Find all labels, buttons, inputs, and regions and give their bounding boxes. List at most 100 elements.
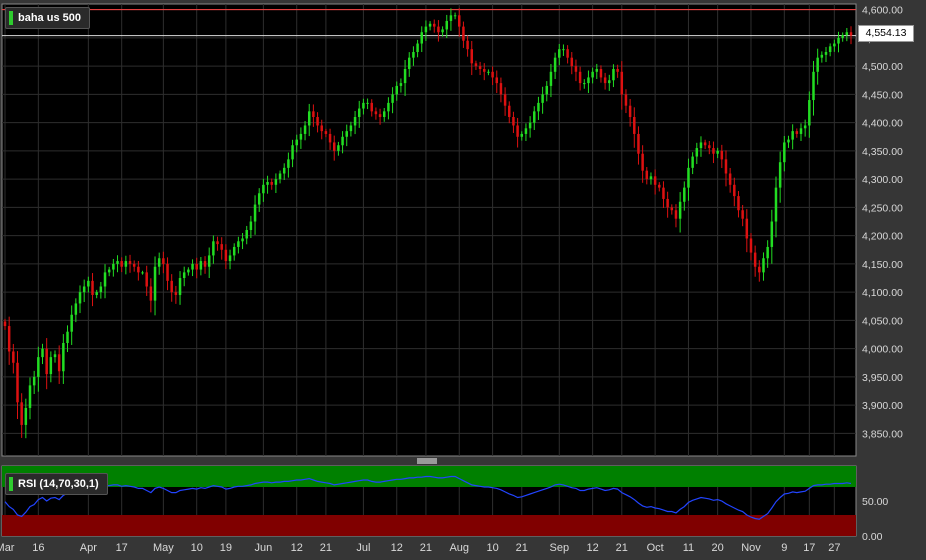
candle-down xyxy=(145,272,148,287)
y-tick-label: 4,000.00 xyxy=(862,344,903,356)
candle-down xyxy=(666,198,669,208)
candle-up xyxy=(453,15,457,17)
candle-up xyxy=(487,71,490,73)
x-tick-label: 19 xyxy=(220,542,232,554)
candle-up xyxy=(141,272,144,274)
candle-up xyxy=(816,57,819,72)
candle-up xyxy=(287,159,290,168)
candle-up xyxy=(420,32,423,44)
candle-down xyxy=(7,326,11,352)
x-tick-label: Mar xyxy=(0,542,15,554)
candle-down xyxy=(633,117,636,134)
candle-up xyxy=(299,133,303,140)
candle-up xyxy=(528,122,532,129)
candle-down xyxy=(503,94,507,106)
x-tick-label: Nov xyxy=(741,542,761,554)
candle-up xyxy=(391,94,394,103)
candle-up xyxy=(32,376,36,386)
x-tick-label: 17 xyxy=(803,542,815,554)
panel-resize-handle[interactable] xyxy=(417,458,437,464)
candle-down xyxy=(370,102,373,112)
candle-down xyxy=(224,249,228,262)
chart-canvas[interactable]: Mar 16 Apr 17 May 10 19 Jun 12 21 Jul 12 21 Aug 10 21 Se… xyxy=(0,0,926,560)
candle-up xyxy=(395,85,398,95)
candle-up xyxy=(412,52,415,58)
indicator-color-marker xyxy=(9,477,13,491)
rsi-oversold-zone xyxy=(2,515,856,536)
y-tick-label: 4,400.00 xyxy=(862,118,903,130)
candle-down xyxy=(57,354,61,372)
y-tick-label: 3,950.00 xyxy=(862,372,903,384)
candle-down xyxy=(474,63,478,67)
candle-down xyxy=(462,26,465,41)
candle-up xyxy=(282,167,286,174)
candle-down xyxy=(720,150,724,160)
candle-up xyxy=(591,71,594,78)
candle-down xyxy=(203,261,207,267)
candle-down xyxy=(374,111,378,115)
candle-down xyxy=(637,133,640,154)
candle-up xyxy=(587,77,590,84)
candle-up xyxy=(337,145,340,151)
x-tick-label: Jul xyxy=(356,542,370,554)
candle-down xyxy=(512,117,515,126)
candle-up xyxy=(833,43,836,47)
candle-down xyxy=(574,66,578,72)
candle-up xyxy=(116,261,119,264)
candle-down xyxy=(478,66,482,69)
candle-down xyxy=(483,68,486,72)
candle-up xyxy=(691,156,694,168)
candle-up xyxy=(341,136,344,146)
candle-up xyxy=(382,111,386,117)
candle-up xyxy=(274,179,278,185)
candle-down xyxy=(599,68,603,78)
candle-up xyxy=(441,29,444,33)
candle-up xyxy=(353,117,357,126)
x-tick-label: 20 xyxy=(712,542,724,554)
candle-up xyxy=(399,83,403,86)
candle-down xyxy=(216,241,219,245)
y-tick-label: 4,200.00 xyxy=(862,231,903,243)
candle-down xyxy=(708,145,711,149)
candle-up xyxy=(841,35,844,38)
indicator-badge[interactable]: RSI (14,70,30,1) xyxy=(5,473,108,495)
candle-up xyxy=(595,68,599,72)
candle-up xyxy=(524,128,528,134)
candle-down xyxy=(753,252,757,267)
candle-down xyxy=(128,261,132,264)
candle-up xyxy=(278,173,282,180)
y-tick-label: 4,500.00 xyxy=(862,61,903,73)
candle-up xyxy=(845,32,849,36)
x-tick-label: Jun xyxy=(255,542,273,554)
x-tick-label: 16 xyxy=(32,542,44,554)
candle-down xyxy=(733,184,736,197)
price-panel-background xyxy=(1,3,857,457)
candle-down xyxy=(166,263,169,281)
candle-down xyxy=(653,176,657,185)
candle-down xyxy=(120,261,123,267)
candle-down xyxy=(328,133,332,143)
candle-up xyxy=(608,80,611,84)
x-tick-label: Apr xyxy=(80,542,97,554)
candle-up xyxy=(199,261,203,270)
indicator-label: RSI (14,70,30,1) xyxy=(18,478,99,490)
x-tick-label: Sep xyxy=(549,542,569,554)
candle-up xyxy=(124,261,128,267)
candle-down xyxy=(320,125,323,132)
candle-up xyxy=(449,15,453,21)
candle-up xyxy=(178,278,182,295)
candle-up xyxy=(78,292,82,304)
candle-down xyxy=(137,266,140,273)
candle-down xyxy=(603,77,607,84)
candle-down xyxy=(20,402,23,425)
candle-up xyxy=(520,133,524,137)
candle-up xyxy=(428,23,432,27)
candle-up xyxy=(53,354,57,358)
instrument-badge[interactable]: baha us 500 xyxy=(5,7,90,29)
candle-up xyxy=(541,94,544,103)
y-tick-label: 4,450.00 xyxy=(862,89,903,101)
candle-down xyxy=(616,68,619,72)
x-tick-label: 10 xyxy=(191,542,203,554)
candle-up xyxy=(99,286,103,293)
candle-down xyxy=(703,142,707,146)
